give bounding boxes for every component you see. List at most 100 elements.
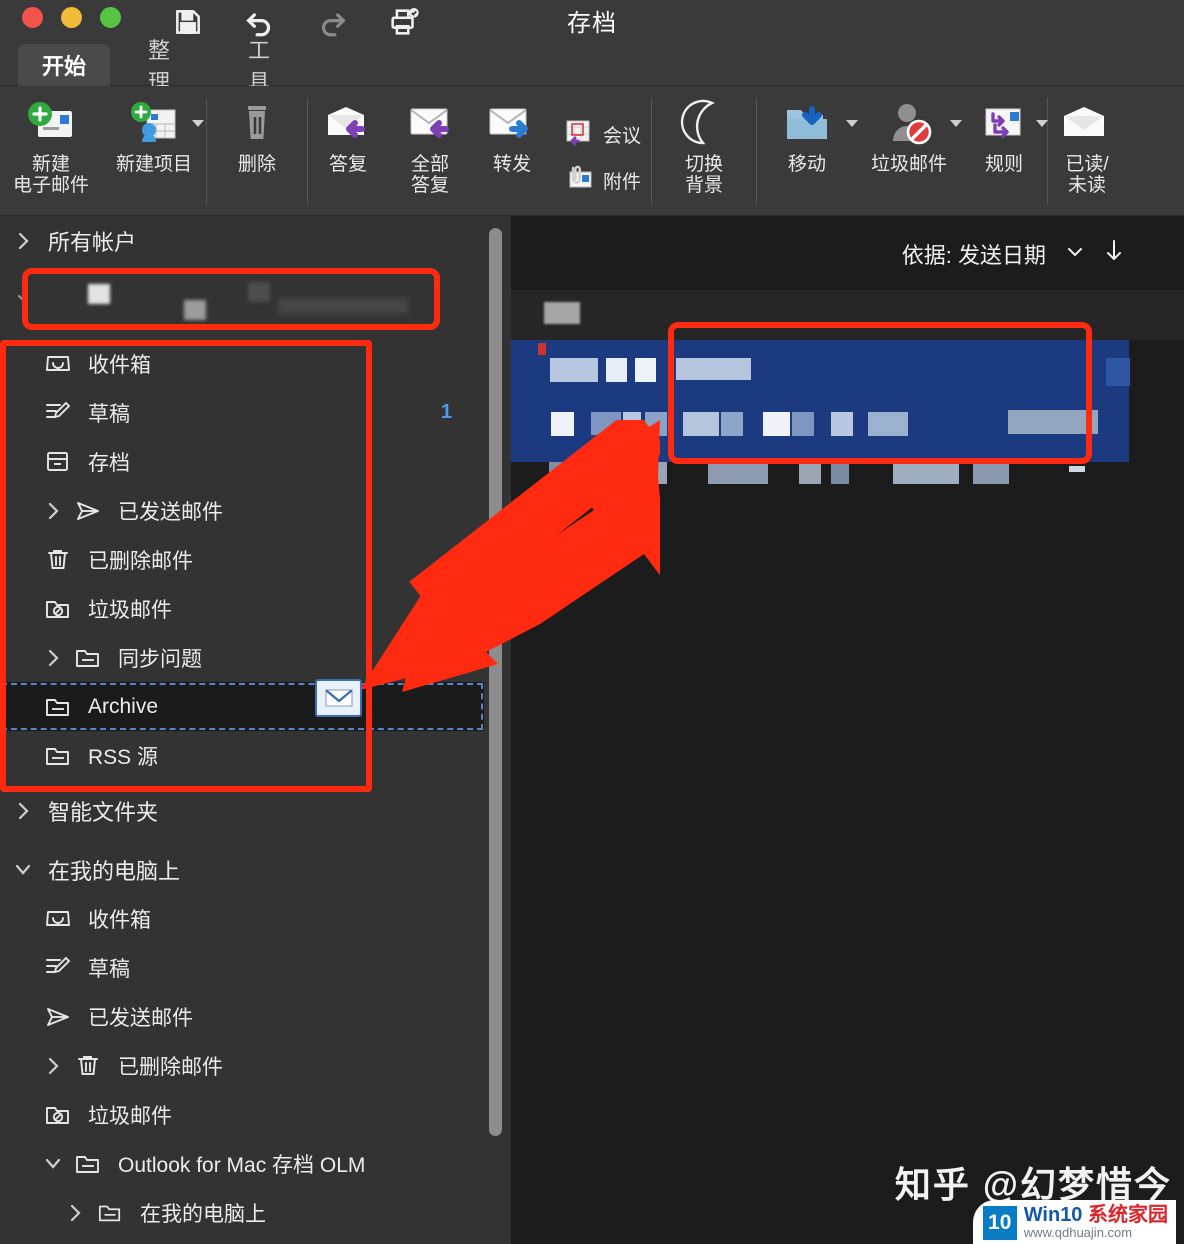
inbox-icon [38,351,78,377]
trash-icon [68,1053,108,1079]
sidebar-item-sync-issues[interactable]: 同步问题 [0,633,484,682]
folder-icon [38,743,78,769]
win10-watermark: 10 Win10 系统家园 www.qdhuajin.com [972,1200,1176,1244]
message-list-pane[interactable]: 依据: 发送日期 [511,216,1184,1244]
tab-organize[interactable]: 整理 [126,38,204,95]
folder-icon [38,694,78,720]
rules-dropdown-caret-icon[interactable] [1036,120,1049,127]
junk-label: 垃圾邮件 [871,154,948,175]
rules-label: 规则 [985,154,1024,175]
sidebar-item-drafts[interactable]: 草稿 1 [0,388,484,437]
outlook-window: 存档 开始 整理 工具 新建 电子邮件 新建项目 删除 答复 全部 答复 转发 … [0,0,1184,1244]
reply-all-icon [400,94,460,152]
new-item-icon [125,94,183,152]
arrow-down-icon[interactable] [1104,238,1124,270]
sidebar-item-drafts-label: 草稿 [88,402,130,426]
new-item-label: 新建项目 [115,154,192,175]
junk-button[interactable]: 垃圾邮件 [857,86,963,215]
message-row-selected[interactable] [511,340,1130,484]
chevron-right-icon[interactable] [60,1202,90,1224]
sidebar-group-all-accounts[interactable]: 所有帐户 [0,216,484,265]
attachment-button[interactable]: 附件 [564,164,641,198]
sidebar-item-local-inbox-label: 收件箱 [88,908,151,932]
sidebar-item-inbox[interactable]: 收件箱 [0,339,484,388]
archive-box-icon [38,449,78,475]
sent-icon [38,1004,78,1030]
chevron-right-icon[interactable] [8,800,38,822]
chevron-right-icon[interactable] [38,647,68,669]
chevron-right-icon[interactable] [8,230,38,252]
rules-icon [977,94,1031,152]
reply-button[interactable]: 答复 [308,86,388,215]
win10-name-b: 10 [1060,1204,1083,1227]
envelope-icon [324,689,353,707]
sidebar-scrollbar-thumb[interactable] [489,228,502,1136]
forward-button[interactable]: 转发 [472,86,552,215]
sidebar-item-local-drafts[interactable]: 草稿 [0,943,484,992]
sidebar-account-row-redacted[interactable] [0,265,484,335]
sidebar-group-on-my-computer[interactable]: 在我的电脑上 [0,845,484,894]
sidebar-item-olm-archive-label: Outlook for Mac 存档 OLM [118,1153,366,1177]
sidebar-item-deleted-label: 已删除邮件 [88,549,193,573]
chevron-down-icon[interactable] [38,1153,68,1175]
sidebar-group-smart-folders[interactable]: 智能文件夹 [0,786,484,835]
sidebar-item-local-deleted[interactable]: 已删除邮件 [0,1041,484,1090]
message-row-partial[interactable] [511,293,1184,341]
sidebar-group-smart-folders-label: 智能文件夹 [48,799,159,825]
reply-label: 答复 [328,154,367,175]
ribbon-group-delete: 删除 [207,86,307,215]
move-button[interactable]: 移动 [757,86,859,215]
read-unread-label: 已读/ 未读 [1065,154,1109,197]
ribbon-group-tags: 已读/ 未读 [1048,86,1126,215]
chevron-right-icon[interactable] [38,500,68,522]
chevron-right-icon[interactable] [38,1055,68,1077]
sidebar-item-sent[interactable]: 已发送邮件 [0,486,484,535]
meeting-button[interactable]: 会议 [564,118,641,152]
sidebar-item-local-sent[interactable]: 已发送邮件 [0,992,484,1041]
sidebar-item-junk-label: 垃圾邮件 [88,598,172,622]
meeting-label: 会议 [603,126,642,147]
sidebar-item-deleted[interactable]: 已删除邮件 [0,535,484,584]
chevron-down-icon[interactable] [1064,241,1086,267]
new-item-button[interactable]: 新建项目 [102,86,206,215]
reply-all-button[interactable]: 全部 答复 [388,86,472,215]
redacted-account-name [38,280,438,320]
ribbon-group-insert: 会议 附件 [552,86,651,215]
drafts-icon [38,400,78,426]
sidebar-group-on-my-computer-label: 在我的电脑上 [48,858,181,884]
sidebar-item-archive[interactable]: Archive [0,682,484,731]
inbox-icon [38,906,78,932]
toggle-background-button[interactable]: 切换 背景 [652,86,756,215]
new-email-icon [24,94,78,152]
drag-envelope-badge [315,679,362,717]
sort-header[interactable]: 依据: 发送日期 [511,216,1184,292]
move-folder-icon [779,94,835,152]
sidebar-item-rss[interactable]: RSS 源 [0,731,484,780]
new-email-button[interactable]: 新建 电子邮件 [0,86,102,215]
sidebar-item-olm-archive[interactable]: Outlook for Mac 存档 OLM [0,1139,484,1188]
junk-folder-icon [38,1102,78,1128]
folder-sidebar[interactable]: 所有帐户 收件箱 草稿 1 存档 已发送邮件 已删除邮件 垃圾邮件 同步问题 A… [0,216,484,1244]
sidebar-item-junk[interactable]: 垃圾邮件 [0,584,484,633]
sidebar-item-local-junk[interactable]: 垃圾邮件 [0,1090,484,1139]
sidebar-item-archive-cn[interactable]: 存档 [0,437,484,486]
win10-logo-icon: 10 [982,1205,1017,1240]
ribbon-tab-bar: 开始 整理 工具 [0,38,1184,95]
sidebar-item-rss-label: RSS 源 [88,745,159,769]
read-unread-button[interactable]: 已读/ 未读 [1048,86,1126,215]
sidebar-item-local-inbox[interactable]: 收件箱 [0,894,484,943]
tab-home[interactable]: 开始 [18,44,110,86]
rules-button[interactable]: 规则 [961,86,1049,215]
sidebar-item-olm-on-my-computer[interactable]: 在我的电脑上 [0,1188,484,1237]
chevron-down-icon[interactable] [8,859,38,881]
sidebar-item-inbox-label: 收件箱 [88,353,151,377]
tab-tools[interactable]: 工具 [226,38,304,95]
chevron-down-icon[interactable] [8,289,38,311]
trash-icon [38,547,78,573]
folder-icon [90,1201,130,1225]
sent-icon [68,498,108,524]
new-item-dropdown-caret-icon[interactable] [192,120,204,127]
win10-name-c: 系统家园 [1088,1204,1168,1227]
sidebar-item-local-drafts-label: 草稿 [88,957,130,981]
delete-button[interactable]: 删除 [207,86,307,215]
